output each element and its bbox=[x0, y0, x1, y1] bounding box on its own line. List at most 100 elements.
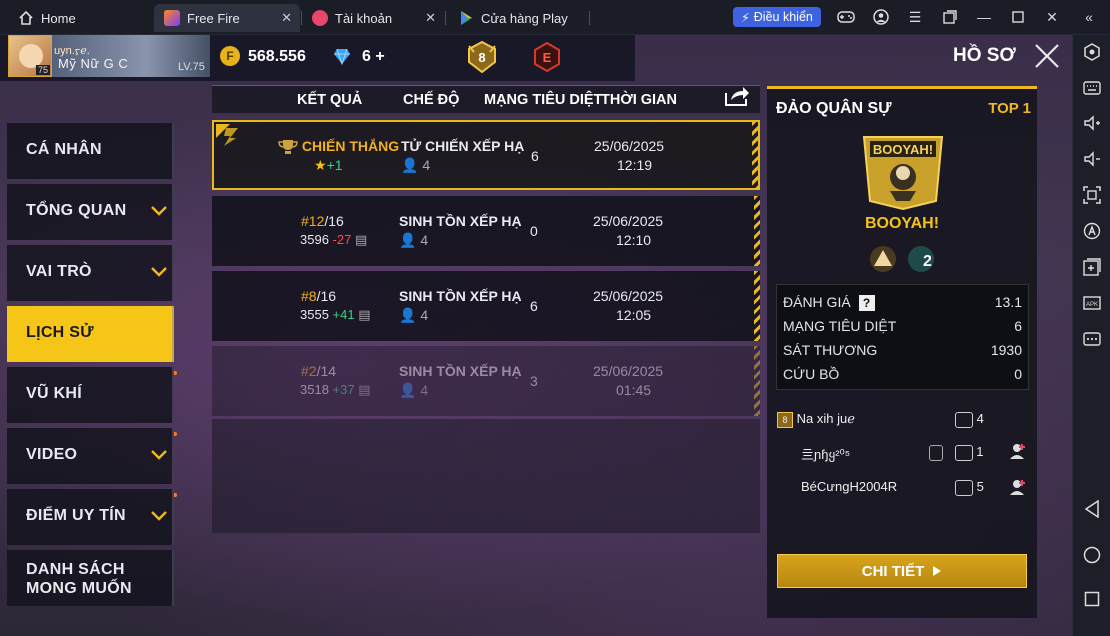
help-icon: ? bbox=[858, 295, 875, 311]
diamond-amount[interactable]: 6 + bbox=[362, 48, 385, 66]
teammate-kills: 4 bbox=[955, 411, 984, 428]
table-row[interactable]: #12/16 3596 -27 ▤ SINH TỒN XẾP HẠ 👤 4 0 … bbox=[212, 196, 760, 266]
maximize-icon[interactable] bbox=[1009, 8, 1027, 26]
add-friend-icon[interactable] bbox=[1009, 478, 1027, 499]
trophy-icon bbox=[278, 140, 298, 155]
add-diamond-icon: + bbox=[375, 48, 385, 65]
menu-item-history[interactable]: LỊCH SỬ bbox=[7, 306, 174, 362]
chevron-down-icon bbox=[151, 206, 167, 216]
menu-item-credit-score[interactable]: ĐIỂM UY TÍN bbox=[7, 489, 174, 545]
rank-badge-icon[interactable]: 8 bbox=[465, 40, 499, 74]
kills-cell: 0 bbox=[530, 223, 538, 239]
volume-up-icon[interactable] bbox=[1081, 112, 1103, 134]
restore-window-icon[interactable] bbox=[941, 8, 959, 26]
time-cell: 12:10 bbox=[616, 232, 652, 248]
menu-item-wishlist[interactable]: DANH SÁCH MONG MUỐN bbox=[7, 550, 174, 606]
kills-cell: 3 bbox=[530, 373, 538, 389]
table-empty-area bbox=[212, 419, 760, 533]
menu-item-personal[interactable]: CÁ NHÂN bbox=[7, 123, 174, 179]
stat-label: ĐÁNH GIÁ ? bbox=[783, 294, 875, 311]
tab-play-store[interactable]: Cửa hàng Play bbox=[448, 4, 588, 32]
header-result: KẾT QUẢ bbox=[297, 92, 363, 108]
recent-apps-icon[interactable] bbox=[1081, 588, 1103, 610]
details-button[interactable]: CHI TIẾT bbox=[777, 554, 1027, 588]
rank-points: 3518 +37 ▤ bbox=[300, 382, 371, 397]
apk-icon[interactable]: APK bbox=[1081, 292, 1103, 314]
menu-item-label: DANH SÁCH MONG MUỐN bbox=[26, 561, 132, 597]
teammate-kills: 1 bbox=[929, 444, 983, 461]
gold-coin-icon: F bbox=[220, 46, 240, 66]
stat-value: 0 bbox=[1014, 366, 1022, 382]
mode-cell: SINH TỒN XẾP HẠ bbox=[399, 288, 522, 304]
table-row[interactable]: #2/14 3518 +37 ▤ SINH TỒN XẾP HẠ 👤 4 3 2… bbox=[212, 346, 760, 416]
menu-item-label: VIDEO bbox=[26, 446, 78, 463]
minimize-icon[interactable]: — bbox=[975, 8, 993, 26]
card-icon: ▤ bbox=[358, 382, 371, 397]
profile-bar: 75 uyn.ᡕ᠋ℯ. Mỹ Nữ G C LV.75 F 568.556 6 … bbox=[0, 35, 635, 81]
close-tab-icon[interactable]: ✕ bbox=[281, 10, 292, 26]
rank-points: 3596 -27 ▤ bbox=[300, 232, 368, 247]
add-instance-icon[interactable] bbox=[1081, 256, 1103, 278]
placement: #8/16 bbox=[301, 288, 337, 304]
keyboard-icon[interactable] bbox=[1081, 77, 1103, 99]
tab-account-label: Tài khoản bbox=[335, 10, 393, 26]
menu-item-role[interactable]: VAI TRÒ bbox=[7, 245, 174, 301]
stat-label: CỨU BỒ bbox=[783, 366, 840, 382]
menu-item-video[interactable]: VIDEO bbox=[7, 428, 174, 484]
result-cell: CHIẾN THẮNG bbox=[278, 138, 399, 155]
teammate-row[interactable]: 亖ɲɧყ²⁰⁵ bbox=[801, 444, 850, 463]
diamond-icon bbox=[334, 48, 350, 65]
history-table-header: KẾT QUẢ CHẾ ĐỘ MẠNG TIÊU DIỆT THỜI GIAN bbox=[212, 85, 760, 113]
date-cell: 25/06/2025 bbox=[593, 363, 664, 379]
home-circle-icon[interactable] bbox=[1081, 544, 1103, 566]
table-row[interactable]: #8/16 3555 +41 ▤ SINH TỒN XẾP HẠ 👤 4 6 2… bbox=[212, 271, 760, 341]
header-time: THỜI GIAN bbox=[601, 92, 678, 108]
tab-account[interactable]: Tài khoản ✕ bbox=[302, 4, 444, 32]
share-icon[interactable] bbox=[724, 85, 750, 107]
gamepad-icon[interactable] bbox=[837, 8, 855, 26]
stat-value: 6 bbox=[1014, 318, 1022, 334]
auto-icon[interactable] bbox=[1081, 220, 1103, 242]
svg-text:8: 8 bbox=[478, 50, 485, 65]
svg-text:E: E bbox=[543, 50, 552, 65]
kills-cell: 6 bbox=[531, 148, 539, 164]
menu-item-weapons[interactable]: VŨ KHÍ bbox=[7, 367, 174, 423]
control-button[interactable]: ⚡ Điều khiển bbox=[733, 7, 821, 27]
back-icon[interactable] bbox=[1081, 498, 1103, 520]
home-icon bbox=[18, 10, 34, 26]
settings-hex-icon[interactable] bbox=[1081, 41, 1103, 63]
play-store-icon bbox=[458, 10, 474, 26]
screenshot-icon[interactable] bbox=[1081, 184, 1103, 206]
shield-icon bbox=[929, 444, 943, 461]
e-badge-icon[interactable]: E bbox=[534, 42, 560, 72]
close-tab-icon[interactable]: ✕ bbox=[425, 10, 436, 26]
mode-cell: SINH TỒN XẾP HẠ bbox=[399, 213, 522, 229]
collapse-sidebar-icon[interactable]: « bbox=[1080, 8, 1098, 26]
stat-value: 1930 bbox=[990, 342, 1022, 358]
chevron-down-icon bbox=[151, 511, 167, 521]
close-window-icon[interactable]: ✕ bbox=[1043, 8, 1061, 26]
tab-home[interactable]: Home bbox=[8, 4, 148, 32]
svg-text:2: 2 bbox=[923, 253, 932, 270]
volume-down-icon[interactable] bbox=[1081, 148, 1103, 170]
player-count: 👤 4 bbox=[399, 382, 429, 398]
teammate-row[interactable]: 8 Na xih juℯ bbox=[777, 411, 855, 428]
close-icon[interactable] bbox=[1032, 41, 1062, 71]
mode-cell: TỬ CHIẾN XẾP HẠ bbox=[401, 138, 525, 154]
map-name: ĐẢO QUÂN SỰ bbox=[776, 100, 892, 117]
pet-icon: 2 bbox=[908, 246, 934, 272]
add-friend-icon[interactable] bbox=[1009, 442, 1027, 463]
user-icon[interactable] bbox=[872, 8, 890, 26]
avatar[interactable]: 75 bbox=[8, 35, 52, 77]
menu-item-overview[interactable]: TỔNG QUAN bbox=[7, 184, 174, 240]
skull-icon bbox=[955, 411, 973, 428]
more-icon[interactable] bbox=[1081, 328, 1103, 350]
date-cell: 25/06/2025 bbox=[593, 288, 664, 304]
teammate-row[interactable]: BéCưngH2004R bbox=[801, 479, 897, 494]
tab-free-fire[interactable]: Free Fire ✕ bbox=[154, 4, 300, 32]
table-row[interactable]: CHIẾN THẮNG ★+1 TỬ CHIẾN XẾP HẠ 👤 4 6 25… bbox=[212, 120, 760, 190]
time-cell: 12:19 bbox=[617, 157, 653, 173]
chevron-down-icon bbox=[151, 450, 167, 460]
menu-icon[interactable]: ☰ bbox=[906, 8, 924, 26]
booyah-emblem-icon: BOOYAH! bbox=[862, 136, 944, 211]
